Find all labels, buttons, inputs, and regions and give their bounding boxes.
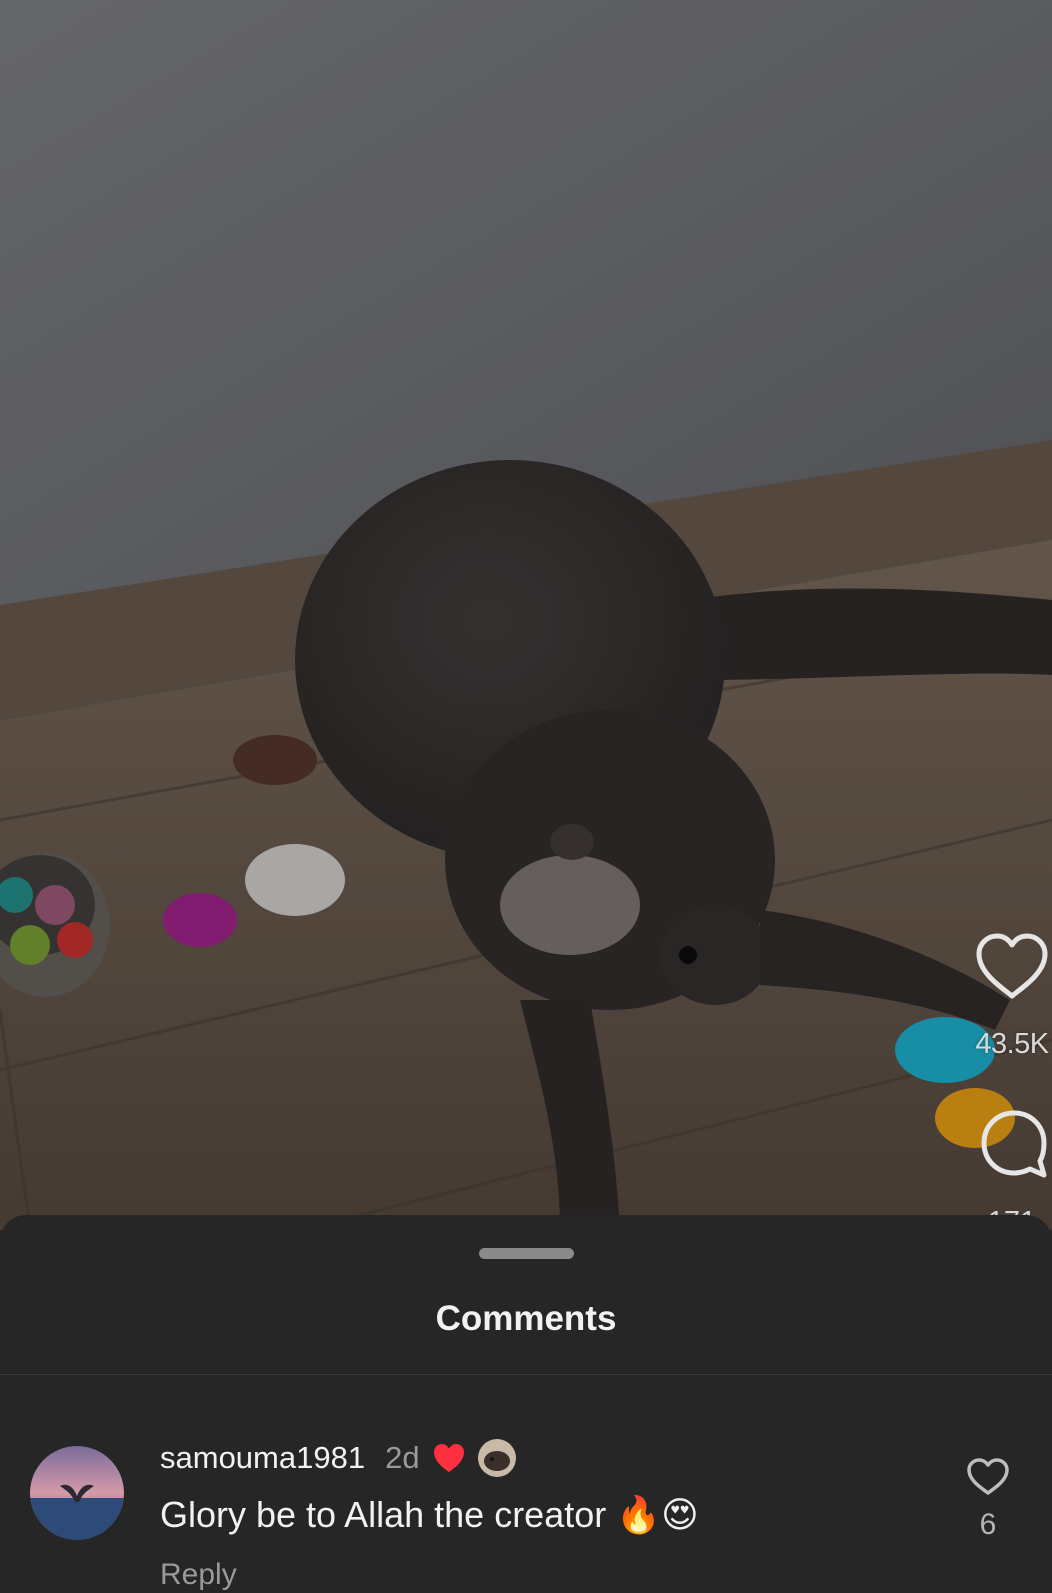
sheet-divider — [0, 1374, 1052, 1375]
like-heart-icon[interactable] — [974, 932, 1050, 1002]
sheet-title: Comments — [435, 1299, 617, 1338]
otter-video-frame — [0, 0, 1052, 1230]
reel-side-actions: 43.5K 171 — [932, 0, 1052, 1230]
like-count: 43.5K — [975, 1028, 1049, 1060]
comments-sheet: Comments — [0, 1215, 1052, 1593]
whale-tail-avatar-image — [30, 1446, 124, 1540]
sheet-drag-handle[interactable] — [479, 1248, 574, 1259]
comment-username[interactable]: samouma1981 — [160, 1440, 365, 1476]
comment-meta: samouma1981 2d — [160, 1438, 516, 1478]
comment-emojis: 🔥😍 — [616, 1495, 699, 1536]
avatar[interactable] — [30, 1446, 124, 1540]
comment-text: Glory be to Allah the creator 🔥😍 — [160, 1494, 699, 1536]
creator-liked-heart-icon — [433, 1444, 464, 1472]
creator-avatar — [477, 1439, 516, 1477]
comment-bubble-icon[interactable] — [978, 1108, 1050, 1180]
comment-body: Glory be to Allah the creator — [160, 1494, 607, 1535]
reply-button[interactable]: Reply — [160, 1558, 237, 1592]
comment-time: 2d — [385, 1440, 420, 1475]
comment-like-heart-icon[interactable] — [966, 1457, 1010, 1497]
reel-video[interactable]: 43.5K 171 — [0, 0, 1052, 1230]
comment-like-count: 6 — [979, 1508, 997, 1541]
otter-avatar-image — [477, 1439, 516, 1477]
